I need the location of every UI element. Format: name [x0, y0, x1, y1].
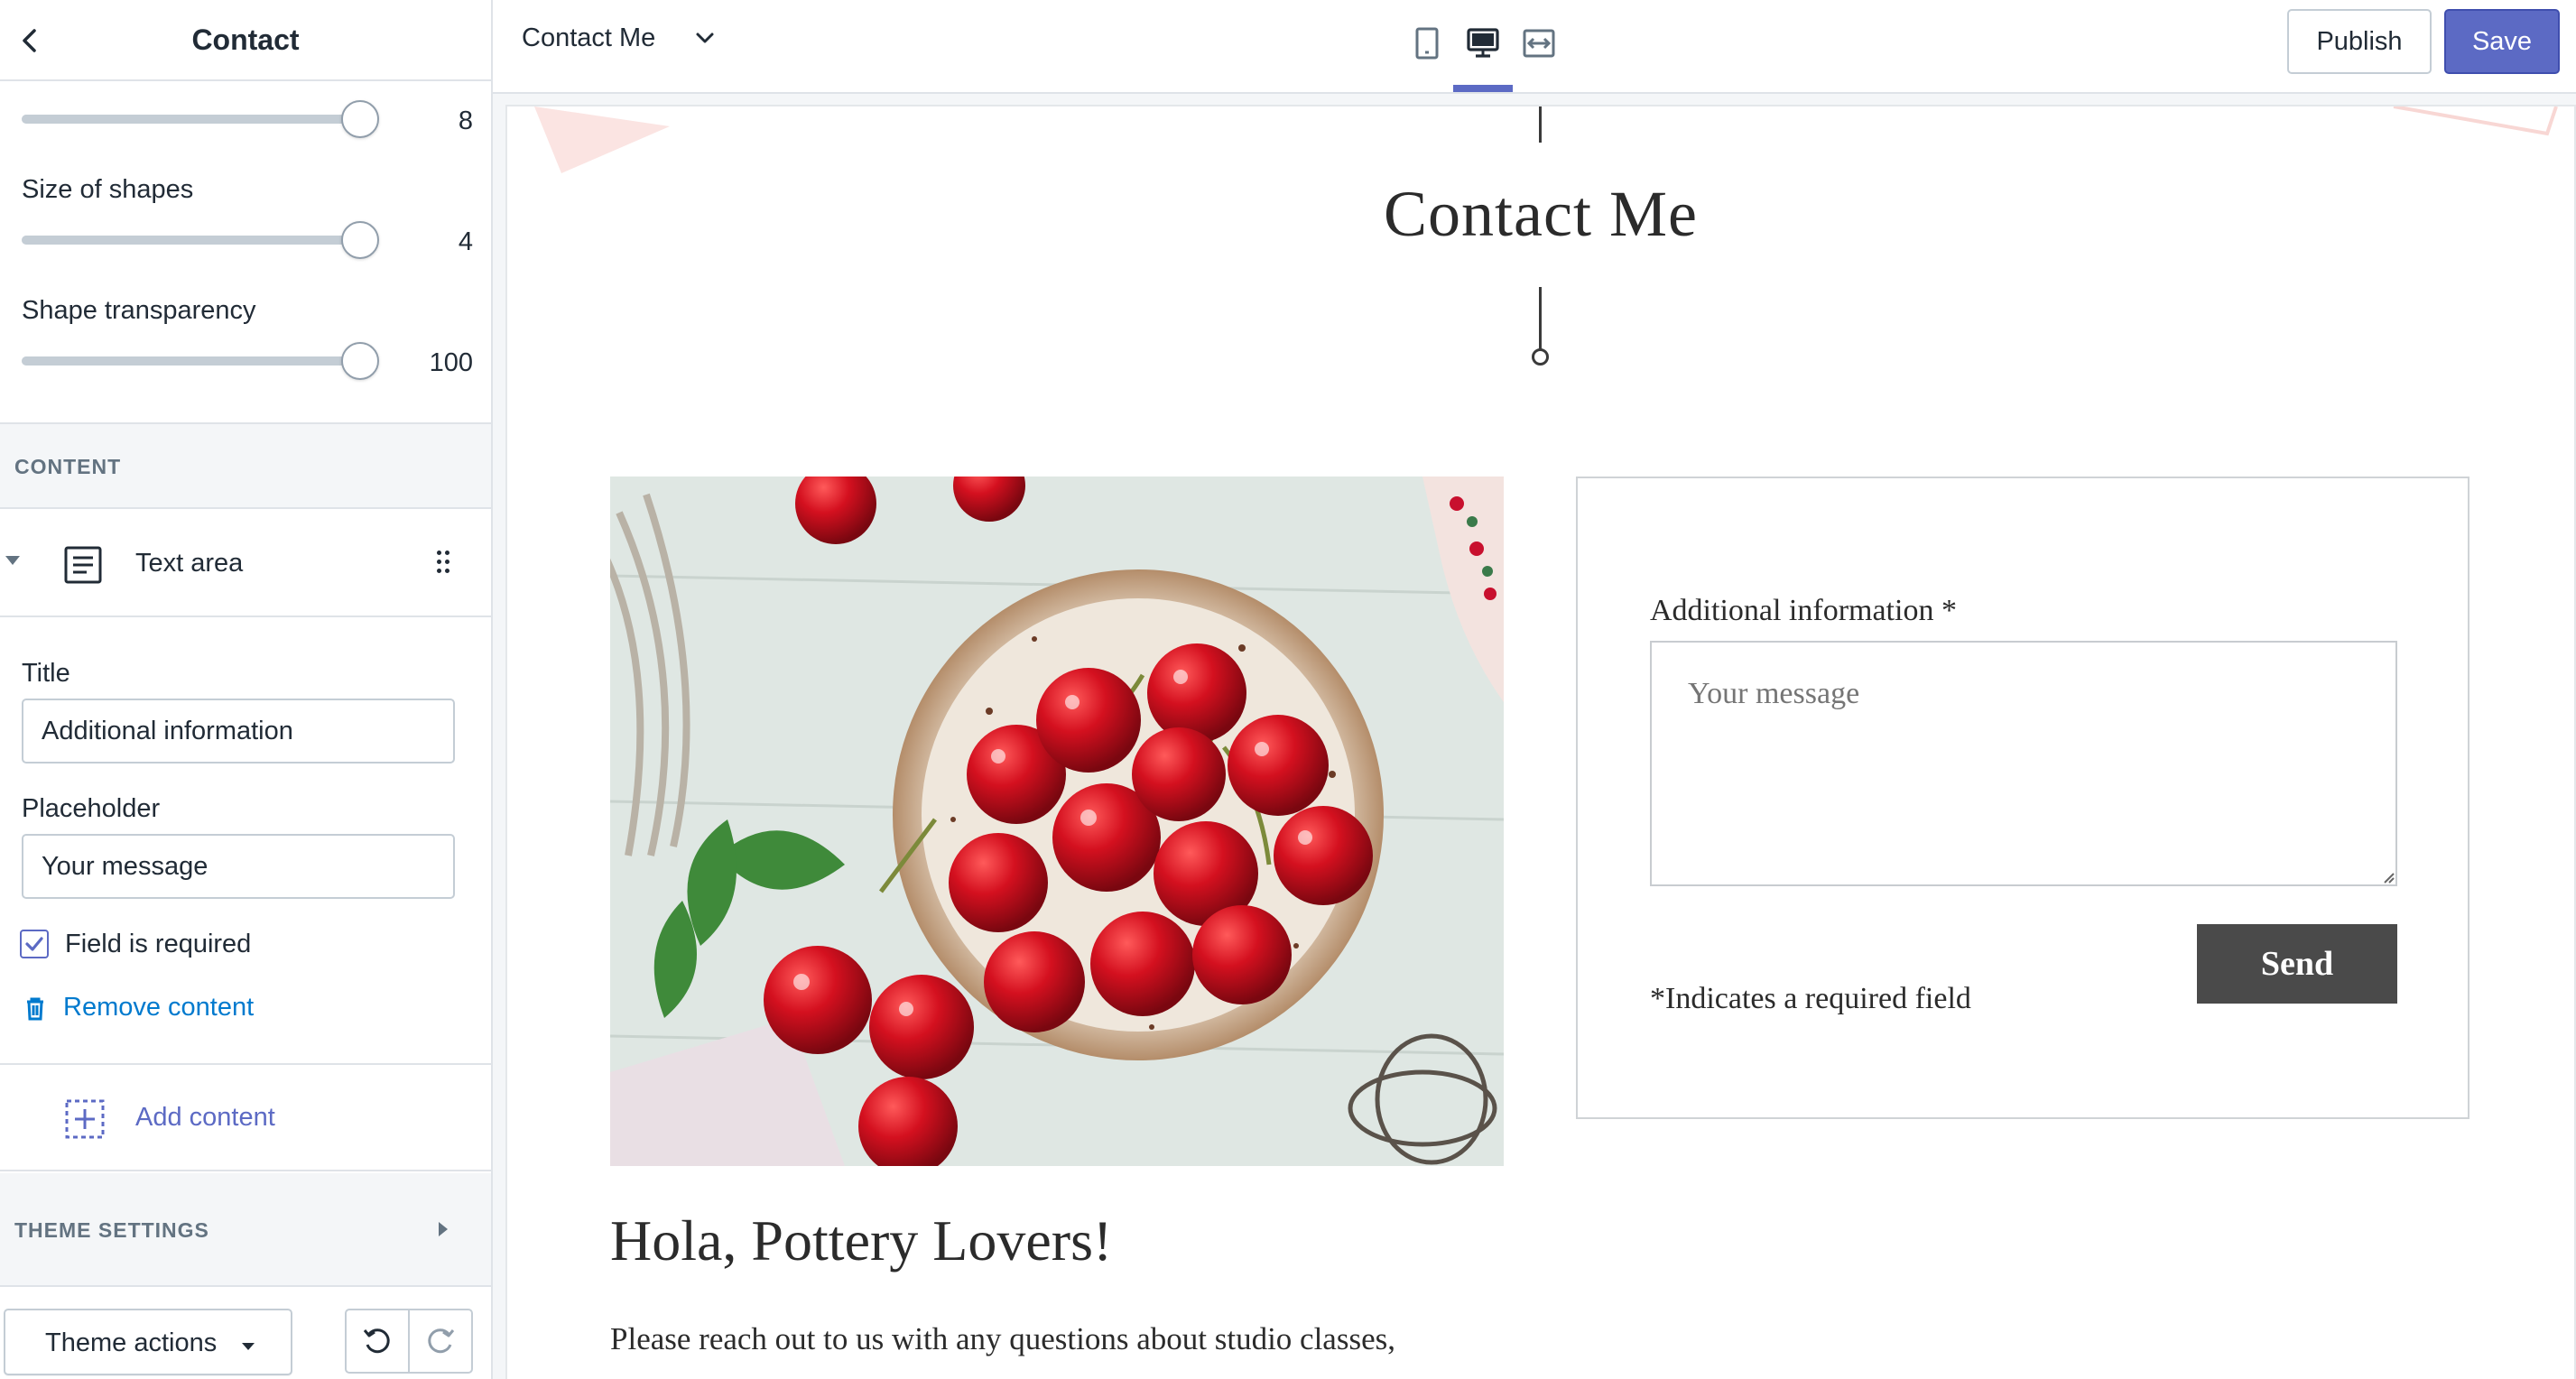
checkbox-label: Field is required — [65, 930, 252, 958]
cherries-photo — [610, 477, 1504, 1166]
trash-icon — [27, 997, 43, 1021]
shape-transparency-slider[interactable]: 100 — [22, 338, 473, 383]
intro-paragraph: Please reach out to us with any question… — [610, 1321, 1395, 1356]
sidebar-title: Contact — [191, 23, 300, 56]
title-input[interactable] — [22, 699, 455, 764]
theme-actions-button[interactable]: Theme actions — [4, 1309, 292, 1375]
size-of-shapes-slider[interactable]: 4 — [22, 217, 473, 262]
decorative-line — [1539, 106, 1542, 143]
section-heading: Hola, Pottery Lovers! — [610, 1208, 1113, 1273]
desktop-view-button[interactable] — [1455, 18, 1511, 69]
add-content-label: Add content — [135, 1103, 275, 1132]
size-of-shapes-label: Size of shapes — [22, 175, 194, 204]
text-block-icon — [64, 546, 102, 584]
shape-transparency-label: Shape transparency — [22, 296, 256, 325]
slider-unnamed[interactable]: 8 — [22, 96, 473, 141]
decorative-dot — [1532, 348, 1549, 366]
slider-track[interactable] — [22, 236, 365, 245]
checkbox[interactable] — [20, 930, 49, 958]
slider-thumb[interactable] — [341, 342, 379, 380]
page-heading: Contact Me — [1384, 178, 1698, 250]
content-section-header: CONTENT — [0, 422, 491, 509]
slider-value: 8 — [458, 106, 473, 135]
theme-settings-title: THEME SETTINGS — [14, 1218, 209, 1242]
required-field-note: *Indicates a required field — [1650, 982, 1971, 1015]
undo-icon — [363, 1328, 390, 1354]
chevron-down-icon — [696, 32, 714, 43]
slider-track[interactable] — [22, 115, 365, 124]
redo-button[interactable] — [408, 1309, 473, 1374]
mobile-view-button[interactable] — [1399, 18, 1455, 69]
placeholder-field-label: Placeholder — [22, 794, 161, 823]
decorative-line — [1539, 287, 1542, 356]
active-device-indicator — [1453, 85, 1513, 92]
slider-value: 4 — [458, 227, 473, 256]
caret-right-icon — [439, 1222, 448, 1236]
redo-icon — [428, 1328, 455, 1354]
field-required-checkbox[interactable]: Field is required — [20, 926, 381, 962]
fullscreen-view-button[interactable] — [1511, 18, 1567, 69]
remove-content-label: Remove content — [63, 993, 255, 1022]
decorative-triangle — [534, 106, 670, 173]
add-content-button[interactable]: Add content — [0, 1063, 491, 1171]
checkmark-icon — [25, 937, 43, 951]
publish-button[interactable]: Publish — [2287, 9, 2432, 74]
theme-settings-section[interactable]: THEME SETTINGS — [0, 1173, 491, 1287]
text-area-block[interactable]: Text area — [0, 509, 491, 617]
title-field-label: Title — [22, 659, 70, 688]
sidebar-footer: Theme actions — [0, 1289, 491, 1379]
form-field-label: Additional information * — [1650, 594, 1957, 627]
content-section-title: CONTENT — [14, 455, 122, 478]
placeholder-input[interactable] — [22, 834, 455, 899]
slider-thumb[interactable] — [341, 221, 379, 259]
add-block-icon — [65, 1099, 105, 1139]
sidebar-header: Contact — [0, 0, 491, 81]
mobile-icon — [1415, 27, 1439, 60]
caret-down-icon[interactable] — [5, 556, 20, 565]
desktop-icon — [1467, 28, 1499, 58]
slider-track[interactable] — [22, 356, 365, 366]
resize-grip-icon[interactable] — [2381, 870, 2395, 884]
editor-sidebar: Contact 8 Size of shapes 4 Shape transpa… — [0, 0, 493, 1379]
page-selector[interactable]: Contact Me — [522, 22, 738, 61]
save-button[interactable]: Save — [2444, 9, 2560, 74]
block-label: Text area — [135, 549, 244, 578]
page-selector-label: Contact Me — [522, 23, 656, 52]
caret-down-icon — [242, 1343, 255, 1350]
contact-form: Additional information * *Indicates a re… — [1576, 477, 2469, 1119]
theme-preview: Contact Me Additional information * Your… — [507, 106, 2574, 1379]
fullscreen-icon — [1523, 29, 1555, 58]
decorative-triangle — [2393, 106, 2558, 136]
send-button[interactable]: Send — [2197, 924, 2397, 1004]
undo-button[interactable] — [345, 1309, 410, 1374]
editor-topbar: Contact Me Publish Save — [493, 0, 2576, 94]
slider-value: 100 — [429, 348, 473, 377]
drag-handle-icon[interactable] — [435, 549, 453, 576]
slider-thumb[interactable] — [341, 100, 379, 138]
remove-content-link[interactable]: Remove content — [22, 989, 310, 1025]
message-textarea[interactable] — [1650, 641, 2397, 886]
theme-actions-label: Theme actions — [45, 1328, 218, 1357]
